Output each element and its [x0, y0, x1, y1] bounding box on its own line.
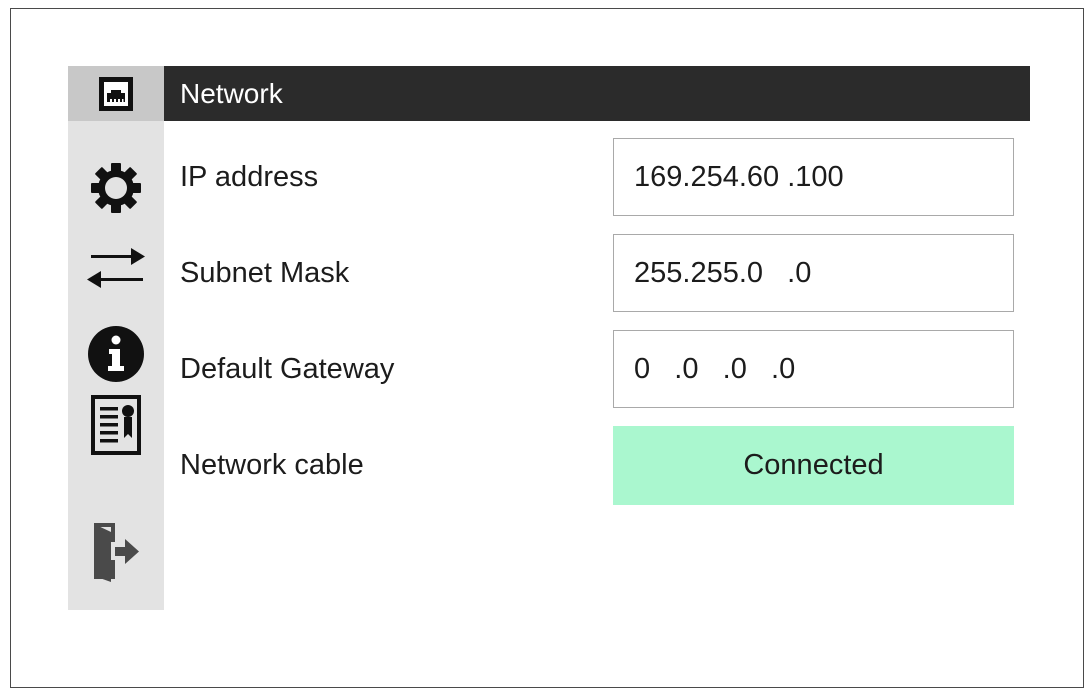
default-gateway-field[interactable]: 0 .0 .0 .0 — [613, 330, 1014, 408]
ethernet-port-icon — [99, 76, 133, 111]
ip-address-field[interactable]: 169.254.60 .100 — [613, 138, 1014, 216]
sidebar-item-network[interactable] — [68, 66, 164, 121]
gear-icon — [91, 163, 141, 213]
ip-address-label: IP address — [180, 161, 319, 193]
page-title: Network — [164, 66, 1030, 121]
info-icon — [88, 326, 144, 382]
network-cable-label: Network cable — [180, 449, 364, 481]
transfer-arrows-icon — [87, 248, 145, 288]
sidebar-item-logout[interactable] — [68, 514, 164, 588]
exit-door-icon — [94, 523, 139, 582]
subnet-mask-label: Subnet Mask — [180, 257, 350, 289]
default-gateway-label: Default Gateway — [180, 353, 395, 385]
subnet-mask-field[interactable]: 255.255.0 .0 — [613, 234, 1014, 312]
certificate-document-icon — [91, 395, 141, 455]
page-title-text: Network — [180, 77, 283, 109]
network-cable-status-badge: Connected — [613, 426, 1014, 505]
sidebar-item-settings[interactable] — [68, 158, 164, 218]
sidebar — [68, 66, 164, 610]
sidebar-item-info[interactable] — [68, 324, 164, 384]
sidebar-item-certificate[interactable] — [68, 390, 164, 460]
sidebar-item-transfer[interactable] — [68, 236, 164, 300]
